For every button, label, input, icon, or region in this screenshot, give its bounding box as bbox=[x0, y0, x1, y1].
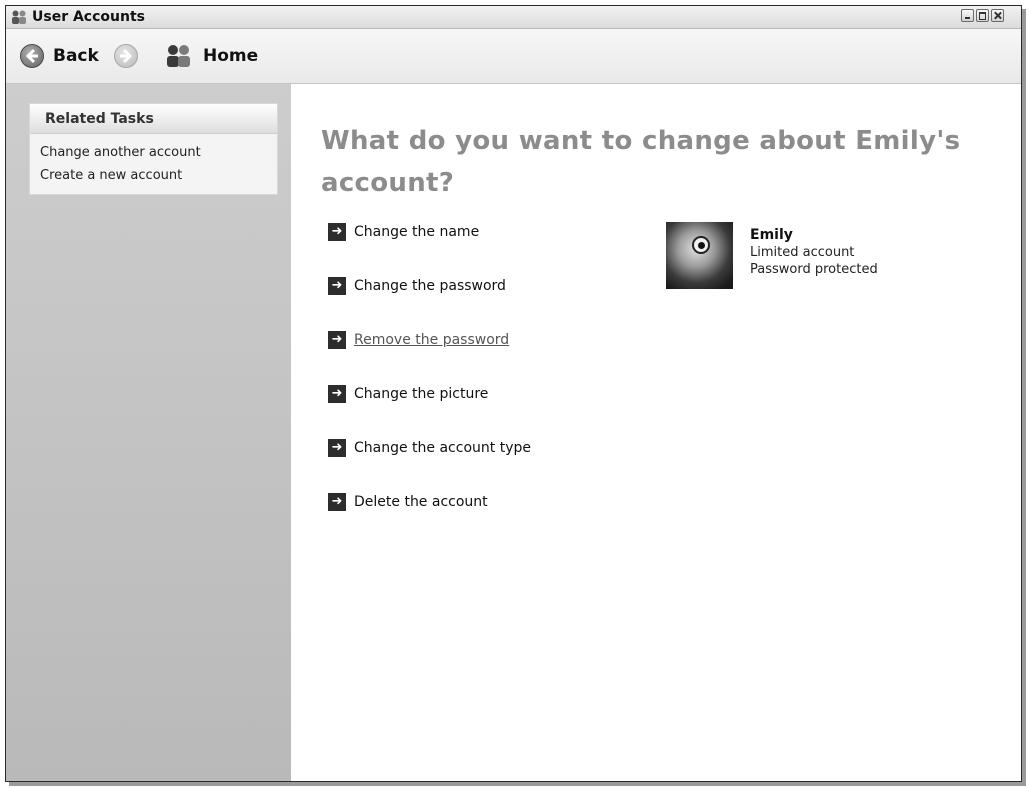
arrow-right-icon: ➜ bbox=[328, 223, 346, 241]
related-tasks-panel: Related Tasks Change another account Cre… bbox=[29, 103, 278, 195]
arrow-right-icon: ➜ bbox=[328, 331, 346, 349]
arrow-right-icon: ➜ bbox=[328, 493, 346, 511]
task-label: Change the name bbox=[354, 224, 480, 240]
delete-account-task[interactable]: ➜ Delete the account bbox=[328, 493, 488, 511]
back-button[interactable]: Back bbox=[20, 43, 99, 69]
users-icon bbox=[12, 10, 26, 24]
change-account-type-task[interactable]: ➜ Change the account type bbox=[328, 439, 531, 457]
back-arrow-icon bbox=[20, 44, 44, 68]
change-password-task[interactable]: ➜ Change the password bbox=[328, 277, 506, 295]
title-bar: User Accounts bbox=[6, 6, 1021, 29]
task-label: Change the picture bbox=[354, 386, 489, 402]
back-label: Back bbox=[53, 46, 99, 66]
task-label: Remove the password bbox=[354, 332, 510, 348]
task-label: Change the account type bbox=[354, 440, 531, 456]
password-status: Password protected bbox=[750, 262, 878, 277]
user-accounts-window: User Accounts Back Home Related Tasks Ch… bbox=[5, 5, 1022, 782]
arrow-right-icon: ➜ bbox=[328, 385, 346, 403]
close-button[interactable] bbox=[991, 9, 1004, 22]
remove-password-task[interactable]: ➜ Remove the password bbox=[328, 331, 509, 349]
task-label: Change the password bbox=[354, 278, 506, 294]
arrow-right-icon: ➜ bbox=[328, 439, 346, 457]
avatar-image-detail bbox=[692, 236, 710, 254]
forward-arrow-icon bbox=[114, 44, 138, 68]
users-home-icon bbox=[167, 45, 190, 67]
forward-button[interactable] bbox=[114, 43, 138, 69]
home-button[interactable]: Home bbox=[164, 43, 258, 69]
maximize-button[interactable] bbox=[976, 9, 989, 22]
create-new-account-link[interactable]: Create a new account bbox=[30, 164, 277, 187]
page-heading: What do you want to change about Emily's… bbox=[321, 126, 961, 198]
user-info: Emily Limited account Password protected bbox=[750, 227, 950, 278]
main-content: What do you want to change about Emily's… bbox=[291, 84, 1021, 781]
home-label: Home bbox=[203, 46, 259, 66]
task-label: Delete the account bbox=[354, 494, 488, 510]
change-another-account-link[interactable]: Change another account bbox=[30, 141, 277, 164]
change-picture-task[interactable]: ➜ Change the picture bbox=[328, 385, 488, 403]
related-tasks-title: Related Tasks bbox=[30, 104, 277, 134]
user-name: Emily bbox=[750, 227, 793, 243]
minimize-button[interactable] bbox=[961, 9, 974, 22]
sidebar: Related Tasks Change another account Cre… bbox=[6, 84, 291, 781]
arrow-right-icon: ➜ bbox=[328, 277, 346, 295]
window-title: User Accounts bbox=[32, 9, 145, 25]
account-type: Limited account bbox=[750, 245, 855, 260]
avatar bbox=[666, 222, 733, 289]
change-name-task[interactable]: ➜ Change the name bbox=[328, 223, 479, 241]
toolbar: Back Home bbox=[6, 29, 1021, 84]
